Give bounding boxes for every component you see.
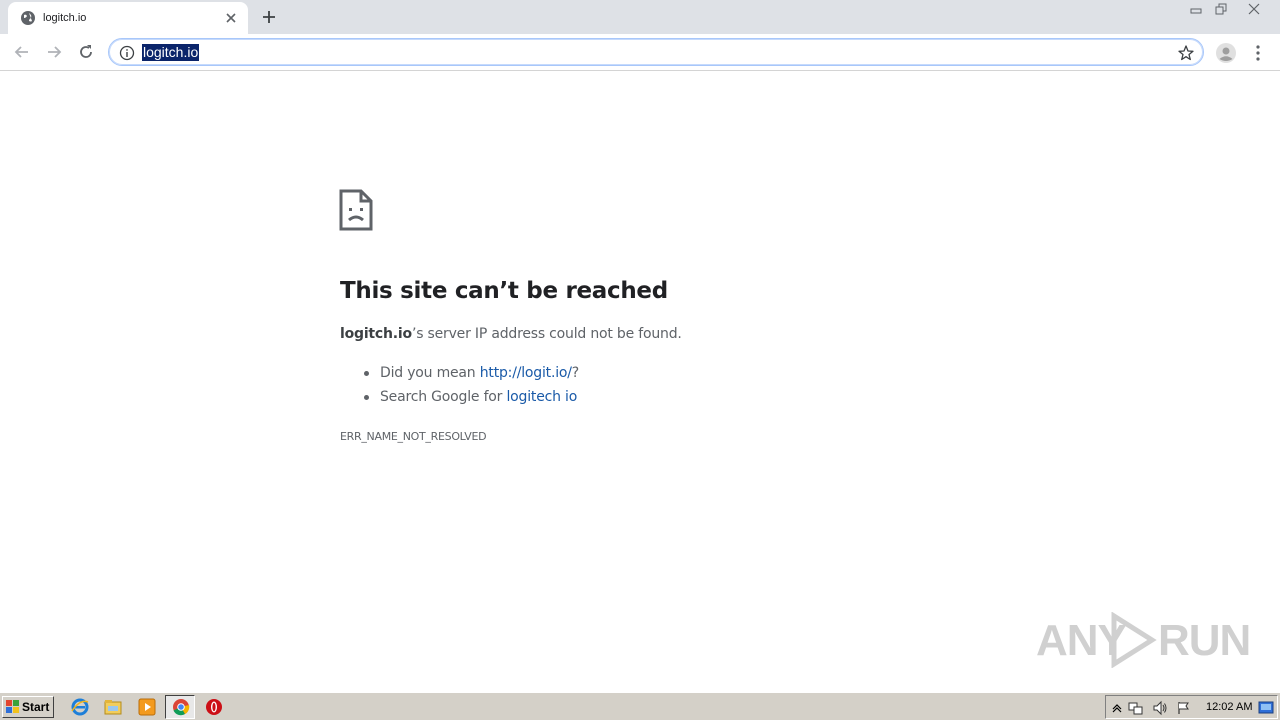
- tab-title: logitch.io: [43, 12, 87, 24]
- minimize-button[interactable]: [1184, 0, 1208, 18]
- watermark-right: RUN: [1158, 616, 1251, 665]
- minimize-icon: [1190, 8, 1202, 14]
- error-headline: This site can’t be reached: [340, 278, 668, 304]
- chrome-icon: [173, 699, 190, 716]
- error-code: ERR_NAME_NOT_RESOLVED: [340, 430, 487, 443]
- bookmark-star-icon[interactable]: [1177, 44, 1195, 62]
- list-item: Did you mean http://logit.io/?: [362, 364, 579, 388]
- windows-logo-icon: [6, 700, 19, 713]
- error-summary-text: ’s server IP address could not be found.: [411, 326, 682, 342]
- tab-active[interactable]: logitch.io: [8, 2, 248, 34]
- suggested-url-link[interactable]: http://logit.io/: [480, 365, 572, 381]
- chrome-taskbar-button[interactable]: [165, 695, 195, 719]
- suggestion-prefix: Did you mean: [380, 365, 480, 381]
- page-content: This site can’t be reached logitch.io’s …: [0, 72, 1280, 692]
- suggestion-suffix: ?: [571, 365, 580, 381]
- toolbar: logitch.io: [0, 34, 1280, 71]
- system-tray: 12:02 AM: [1105, 695, 1278, 719]
- restore-icon: [1215, 3, 1227, 15]
- suggestion-prefix: Search Google for: [380, 389, 507, 405]
- kebab-menu-icon[interactable]: [1250, 43, 1266, 63]
- internet-explorer-icon[interactable]: [70, 697, 90, 717]
- error-host: logitch.io: [340, 326, 412, 342]
- globe-icon: [21, 11, 35, 25]
- reload-icon[interactable]: [76, 42, 96, 62]
- forward-arrow-icon[interactable]: [44, 42, 64, 62]
- show-hidden-icons-icon[interactable]: [1109, 700, 1125, 716]
- close-window-button[interactable]: [1242, 0, 1266, 18]
- close-icon: [1248, 3, 1260, 15]
- start-button[interactable]: Start: [2, 696, 54, 718]
- info-icon[interactable]: [119, 45, 135, 61]
- browser-window: logitch.io logitch.io This site can’t be…: [0, 0, 1280, 692]
- url-text[interactable]: logitch.io: [142, 44, 200, 61]
- tab-strip: logitch.io: [0, 0, 1280, 34]
- network-icon[interactable]: [1128, 700, 1144, 716]
- tab-close-icon[interactable]: [223, 10, 239, 26]
- action-center-flag-icon[interactable]: [1176, 700, 1192, 716]
- start-label: Start: [22, 700, 50, 714]
- opera-icon[interactable]: [204, 697, 224, 717]
- address-bar[interactable]: logitch.io: [108, 38, 1204, 66]
- clock[interactable]: 12:02 AM: [1206, 701, 1252, 713]
- profile-avatar-icon[interactable]: [1215, 42, 1237, 64]
- sad-page-icon: [339, 189, 373, 231]
- media-player-icon[interactable]: [137, 697, 157, 717]
- new-tab-icon[interactable]: [260, 8, 278, 26]
- error-summary: logitch.io’s server IP address could not…: [340, 326, 682, 342]
- back-arrow-icon[interactable]: [12, 42, 32, 62]
- play-logo-icon: [1111, 612, 1157, 668]
- anyrun-watermark: ANY RUN: [1036, 608, 1251, 670]
- suggestion-list: Did you mean http://logit.io/? Search Go…: [362, 364, 579, 412]
- file-explorer-icon[interactable]: [103, 697, 123, 717]
- list-item: Search Google for logitech io: [362, 388, 579, 412]
- show-desktop-icon[interactable]: [1258, 700, 1274, 716]
- restore-button[interactable]: [1209, 0, 1233, 18]
- taskbar: Start 12:02 AM: [0, 692, 1280, 720]
- search-google-link[interactable]: logitech io: [506, 389, 577, 405]
- volume-icon[interactable]: [1152, 700, 1168, 716]
